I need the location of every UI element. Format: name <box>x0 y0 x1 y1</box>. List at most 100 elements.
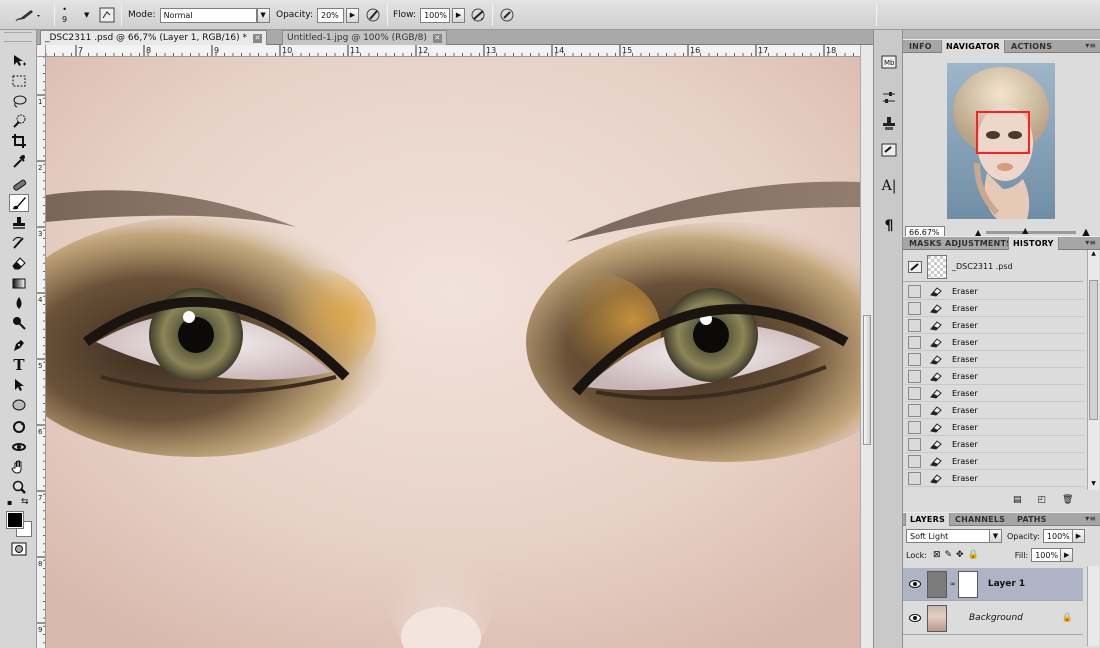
history-brush-source-checkbox[interactable] <box>908 420 921 434</box>
history-state[interactable]: Eraser <box>905 300 1085 317</box>
path-selection-tool[interactable] <box>9 376 29 394</box>
document-tab-active[interactable]: _DSC2311 .psd @ 66,7% (Layer 1, RGB/16) … <box>40 30 268 45</box>
history-state[interactable]: Eraser <box>905 351 1085 368</box>
history-brush-source-checkbox[interactable] <box>908 386 921 400</box>
new-snapshot-icon[interactable]: ◰ <box>1038 495 1047 505</box>
blend-mode-select[interactable]: Soft Light <box>906 529 990 543</box>
foreground-color-swatch[interactable] <box>6 511 24 529</box>
tablet-opacity-button[interactable] <box>364 0 382 30</box>
navigator-thumbnail[interactable] <box>947 63 1055 219</box>
history-brush-source-checkbox[interactable] <box>908 454 921 468</box>
tab-paths[interactable]: PATHS <box>1013 513 1051 526</box>
new-document-from-state-icon[interactable]: ▤ <box>1013 495 1022 505</box>
tab-history[interactable]: HISTORY <box>1008 237 1059 250</box>
history-state[interactable]: Eraser <box>905 283 1085 300</box>
navigator-zoom-slider[interactable]: ▲ <box>986 226 1077 235</box>
lock-all-icon[interactable]: 🔒 <box>968 550 979 560</box>
tablet-size-button[interactable] <box>498 0 516 30</box>
opacity-slider-button[interactable]: ▶ <box>346 7 359 23</box>
character-button[interactable]: A| <box>879 176 899 196</box>
history-state[interactable]: Eraser <box>905 402 1085 419</box>
layer-opacity-slider-button[interactable]: ▶ <box>1071 529 1085 543</box>
crop-tool[interactable] <box>9 132 29 150</box>
history-state[interactable]: Eraser <box>905 368 1085 385</box>
move-tool[interactable] <box>9 52 29 70</box>
brushes-panel-button[interactable] <box>98 0 116 30</box>
blend-mode-dropdown-icon[interactable]: ▼ <box>989 529 1002 543</box>
shape-tool[interactable] <box>9 396 29 414</box>
quick-selection-tool[interactable] <box>9 112 29 130</box>
zoom-slider-thumb[interactable]: ▲ <box>1022 226 1028 235</box>
panel-menu-icon[interactable]: ▾≡ <box>1085 238 1096 247</box>
fill-slider-button[interactable]: ▶ <box>1060 548 1074 562</box>
lock-pixels-icon[interactable]: ✎ <box>944 550 952 560</box>
pen-tool[interactable] <box>9 336 29 354</box>
clone-stamp-tool[interactable] <box>9 214 29 232</box>
navigator-view-box[interactable] <box>976 111 1030 154</box>
history-state[interactable]: Eraser <box>905 419 1085 436</box>
tab-info[interactable]: INFO <box>905 40 936 53</box>
history-state[interactable]: Eraser <box>905 334 1085 351</box>
lock-transparency-icon[interactable]: ⊠ <box>933 550 941 560</box>
layer-mask-thumbnail[interactable] <box>957 570 978 598</box>
default-colors-icon[interactable]: ▪ <box>7 498 12 507</box>
tool-preset-picker[interactable] <box>14 0 42 30</box>
document-canvas[interactable] <box>46 57 860 648</box>
layer-row[interactable]: Background 🔒 <box>903 602 1083 635</box>
zoom-tool[interactable] <box>9 478 29 496</box>
brush-picker[interactable]: • 9 <box>62 0 67 30</box>
lasso-tool[interactable] <box>9 92 29 110</box>
tab-channels[interactable]: CHANNELS <box>951 513 1009 526</box>
flow-slider-button[interactable]: ▶ <box>452 7 466 23</box>
3d-orbit-tool[interactable] <box>9 438 29 456</box>
history-brush-source-checkbox[interactable] <box>908 369 921 383</box>
panel-menu-icon[interactable]: ▾≡ <box>1085 514 1096 523</box>
document-tab-inactive[interactable]: Untitled-1.jpg @ 100% (RGB/8) ✕ <box>282 30 447 45</box>
airbrush-button[interactable] <box>469 0 487 30</box>
healing-brush-tool[interactable] <box>9 176 29 194</box>
tools-panel-grip[interactable] <box>4 32 32 42</box>
close-tab-icon[interactable]: ✕ <box>253 33 263 43</box>
lock-position-icon[interactable]: ✥ <box>956 550 964 560</box>
scrollbar-thumb[interactable] <box>1089 280 1098 420</box>
fill-field[interactable]: 100% <box>1031 548 1062 562</box>
brush-presets-button[interactable] <box>879 140 899 160</box>
history-state[interactable]: Eraser <box>905 385 1085 402</box>
history-snapshot[interactable]: _DSC2311 .psd <box>903 252 1083 282</box>
layer-opacity-field[interactable]: 100% <box>1042 529 1073 543</box>
tab-navigator[interactable]: NAVIGATOR <box>941 40 1005 53</box>
layer-visibility-eye-icon[interactable] <box>907 611 922 626</box>
swap-colors-icon[interactable]: ⇆ <box>21 497 29 507</box>
ruler-origin[interactable] <box>37 45 46 57</box>
mini-bridge-button[interactable]: Mb <box>879 52 899 72</box>
tab-adjustments[interactable]: ADJUSTMENTS <box>941 237 1016 250</box>
delete-state-icon[interactable]: 🗑 <box>1062 495 1073 505</box>
close-tab-icon[interactable]: ✕ <box>432 33 442 43</box>
layers-scrollbar[interactable] <box>1087 566 1099 646</box>
3d-rotate-tool[interactable] <box>9 418 29 436</box>
hand-tool[interactable] <box>9 458 29 476</box>
tab-actions[interactable]: ACTIONS <box>1007 40 1056 53</box>
layer-visibility-eye-icon[interactable] <box>907 577 922 592</box>
quick-mask-button[interactable] <box>9 540 29 558</box>
blur-tool[interactable] <box>9 294 29 312</box>
history-state[interactable]: Eraser <box>905 317 1085 334</box>
brush-tool[interactable] <box>9 194 29 212</box>
scroll-up-icon[interactable]: ▲ <box>1089 250 1098 260</box>
horizontal-ruler[interactable]: 7 8 9 10 11 12 13 14 15 16 17 18 <box>46 45 860 57</box>
gradient-tool[interactable] <box>9 274 29 292</box>
flow-field[interactable]: 100% <box>420 7 451 23</box>
history-brush-source-checkbox[interactable] <box>908 318 921 332</box>
history-brush-source-checkbox[interactable] <box>908 352 921 366</box>
mode-select[interactable]: Normal <box>159 7 257 23</box>
history-state[interactable]: Eraser <box>905 436 1085 453</box>
tool-presets-button[interactable] <box>879 88 899 108</box>
opacity-field[interactable]: 20% <box>317 7 344 23</box>
clone-source-button[interactable] <box>879 114 899 134</box>
history-brush-source-checkbox[interactable] <box>908 301 921 315</box>
eraser-tool[interactable] <box>9 254 29 272</box>
scroll-down-icon[interactable]: ▼ <box>1089 480 1098 490</box>
history-brush-source-icon[interactable] <box>908 260 922 273</box>
history-brush-source-checkbox[interactable] <box>908 437 921 451</box>
history-brush-source-checkbox[interactable] <box>908 284 921 298</box>
